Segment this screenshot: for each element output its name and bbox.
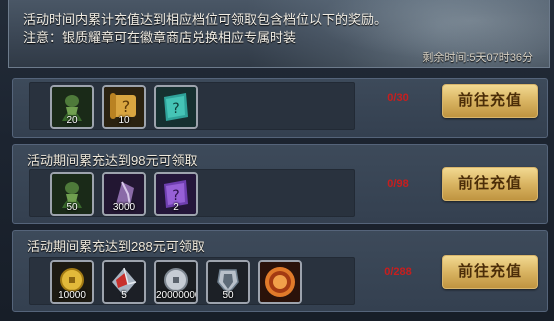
item-count: 50 — [222, 290, 234, 301]
event-notice-banner: 活动时间内累计充值达到相应档位可领取包含档位以下的奖励。 注意：银质耀章可在徽章… — [8, 0, 550, 68]
go-recharge-button[interactable]: 前往充值 — [442, 167, 538, 201]
svg-text:?: ? — [122, 97, 131, 116]
tier-title: 活动期间累充达到288元可领取 — [27, 239, 205, 254]
reward-tier-row: 20 ? 10 ? 0/30 前往充值 — [12, 78, 548, 138]
purple-mystery-book-icon[interactable]: ? 2 — [154, 172, 198, 216]
remaining-time-text: 剩余时间:5天07时36分 — [422, 52, 533, 64]
reward-items-well: 20 ? 10 ? — [29, 82, 355, 130]
reward-tier-row: 活动期间累充达到288元可领取 10000 5 20000000 50 0/28… — [12, 230, 548, 312]
silver-emblem-badge-icon[interactable]: 50 — [206, 260, 250, 304]
svg-text:?: ? — [172, 101, 179, 117]
go-recharge-button[interactable]: 前往充值 — [442, 255, 538, 289]
red-white-crystal-icon[interactable]: 5 — [102, 260, 146, 304]
reward-items-well: 50 3000 ? 2 — [29, 169, 355, 217]
recharge-progress: 0/288 — [384, 266, 412, 278]
item-count: 50 — [66, 202, 78, 213]
item-count: 20 — [66, 115, 78, 126]
recharge-progress: 0/30 — [387, 92, 409, 104]
green-warrior-figure-icon[interactable]: 20 — [50, 85, 94, 129]
item-count: 10000 — [58, 290, 86, 301]
silver-coin-icon[interactable]: 20000000 — [154, 260, 198, 304]
purple-crystal-shard-icon[interactable]: 3000 — [102, 172, 146, 216]
teal-mystery-book-icon[interactable]: ? — [154, 85, 198, 129]
go-recharge-button[interactable]: 前往充值 — [442, 84, 538, 118]
recharge-progress: 0/98 — [387, 178, 409, 190]
item-count: 5 — [121, 290, 127, 301]
item-count: 2 — [173, 202, 179, 213]
scroll-with-question-mark-icon[interactable]: ? 10 — [102, 85, 146, 129]
green-warrior-figure-icon[interactable]: 50 — [50, 172, 94, 216]
item-count: 10 — [118, 115, 130, 126]
gold-coin-icon[interactable]: 10000 — [50, 260, 94, 304]
item-count: 20000000 — [156, 290, 198, 301]
reward-items-well: 10000 5 20000000 50 — [29, 257, 355, 305]
notice-line-1: 活动时间内累计充值达到相应档位可领取包含档位以下的奖励。 — [23, 12, 388, 27]
item-count: 3000 — [112, 202, 136, 213]
tier-title: 活动期间累充达到98元可领取 — [27, 153, 198, 168]
orange-ring-aura-icon[interactable] — [258, 260, 302, 304]
notice-line-2: 注意：银质耀章可在徽章商店兑换相应专属时装 — [23, 30, 297, 45]
reward-tier-row: 活动期间累充达到98元可领取 50 3000 ? 2 0/98 前往充值 — [12, 144, 548, 224]
